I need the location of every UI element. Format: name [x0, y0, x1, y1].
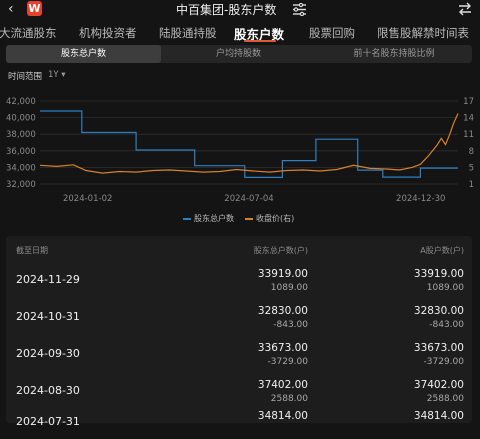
row-a-share: 33673.00	[413, 342, 464, 354]
col-header-total: 股东总户数(户)	[253, 246, 308, 255]
table-row[interactable]: 2024-11-29 33919.00 1089.00 33919.00 108…	[6, 265, 472, 297]
row-total: 33919.00	[257, 268, 308, 280]
row-a-share-change: -3729.00	[423, 357, 464, 367]
y-left-tick-label: 40,000	[6, 114, 36, 124]
x-tick-label: 2024-01-02	[63, 194, 112, 204]
tab-hk-connect[interactable]: 陆股通持股	[159, 25, 217, 41]
page-title: 中百集团-股东户数	[176, 3, 277, 17]
legend-item-holders: 股东总户数	[183, 213, 234, 224]
row-date: 2024-10-31	[16, 310, 80, 323]
legend-label-price: 收盘价(右)	[256, 214, 295, 223]
legend-item-price: 收盘价(右)	[245, 213, 294, 224]
tab-circulating-holders[interactable]: 大流通股东	[0, 25, 57, 41]
swap-icon[interactable]	[458, 2, 472, 16]
table-row[interactable]: 2024-09-30 33673.00 -3729.00 33673.00 -3…	[6, 339, 472, 371]
time-range-label: 时间范围	[8, 72, 43, 82]
time-range-dropdown[interactable]: 1Y ▾	[48, 70, 66, 80]
row-a-share: 34814.00	[413, 410, 464, 422]
segment-avg-holding[interactable]: 户均持股数	[161, 45, 316, 63]
x-tick-label: 2024-07-04	[224, 194, 273, 204]
row-date: 2024-07-31	[16, 415, 80, 428]
y-right-tick-label: 5	[469, 163, 474, 173]
shareholder-chart: 32,00034,00036,00038,00040,00042,0001581…	[6, 97, 474, 204]
y-left-tick-label: 34,000	[6, 163, 36, 173]
series-line-price	[39, 113, 459, 174]
row-total: 33673.00	[257, 342, 308, 354]
col-header-date: 截至日期	[16, 246, 48, 255]
table-row[interactable]: 2024-07-31 34814.00 34814.00	[6, 407, 472, 439]
row-total: 32830.00	[257, 305, 308, 317]
row-total-change: -3729.00	[267, 357, 308, 367]
table-row[interactable]: 2024-10-31 32830.00 -843.00 32830.00 -84…	[6, 302, 472, 334]
row-a-share: 33919.00	[413, 268, 464, 280]
y-right-tick-label: 1	[469, 180, 474, 190]
tab-buyback[interactable]: 股票回购	[309, 25, 355, 41]
row-date: 2024-11-29	[16, 273, 80, 286]
row-total-change: 1089.00	[270, 283, 308, 293]
y-left-tick-label: 36,000	[6, 147, 36, 157]
row-a-share-change: 2588.00	[426, 394, 464, 404]
y-right-tick-label: 11	[463, 130, 474, 140]
segment-total-holders[interactable]: 股东总户数	[6, 45, 161, 63]
legend-label-holders: 股东总户数	[194, 214, 234, 223]
row-a-share-change: -843.00	[429, 320, 464, 330]
legend-swatch-orange	[245, 217, 253, 220]
row-a-share: 32830.00	[413, 305, 464, 317]
row-total: 34814.00	[257, 410, 308, 422]
header-bar: ‹ W 中百集团-股东户数	[0, 0, 480, 20]
tab-bar: 大流通股东 机构投资者 陆股通持股 股东户数 股票回购 限售股解禁时间表	[0, 22, 480, 44]
app-logo: W	[27, 1, 42, 16]
y-left-tick-label: 38,000	[6, 130, 36, 140]
row-total-change: -843.00	[273, 320, 308, 330]
x-tick-label: 2024-12-30	[396, 194, 445, 204]
row-date: 2024-08-30	[16, 384, 80, 397]
y-right-tick-label: 17	[463, 97, 474, 107]
active-tab-indicator	[244, 40, 276, 42]
shareholder-table: 截至日期 股东总户数(户) A股户数(户) 2024-11-29 33919.0…	[6, 236, 472, 428]
segment-top10-ratio[interactable]: 前十名股东持股比例	[316, 45, 472, 63]
legend-swatch-blue	[183, 217, 191, 220]
metric-segment-control: 股东总户数 户均持股数 前十名股东持股比例	[6, 45, 472, 63]
row-total: 37402.00	[257, 379, 308, 391]
y-left-tick-label: 42,000	[6, 97, 36, 107]
settings-sliders-icon[interactable]	[292, 3, 307, 16]
tab-institutions[interactable]: 机构投资者	[79, 25, 137, 41]
y-left-tick-label: 32,000	[6, 180, 36, 190]
back-icon[interactable]: ‹	[8, 1, 14, 17]
row-date: 2024-09-30	[16, 347, 80, 360]
y-right-tick-label: 8	[469, 147, 474, 157]
row-a-share: 37402.00	[413, 379, 464, 391]
col-header-a-share: A股户数(户)	[420, 246, 464, 255]
table-row[interactable]: 2024-08-30 37402.00 2588.00 37402.00 258…	[6, 376, 472, 408]
row-a-share-change: 1089.00	[426, 283, 464, 293]
y-right-tick-label: 14	[463, 114, 474, 124]
tab-unlock-schedule[interactable]: 限售股解禁时间表	[377, 25, 469, 41]
row-total-change: 2588.00	[270, 394, 308, 404]
